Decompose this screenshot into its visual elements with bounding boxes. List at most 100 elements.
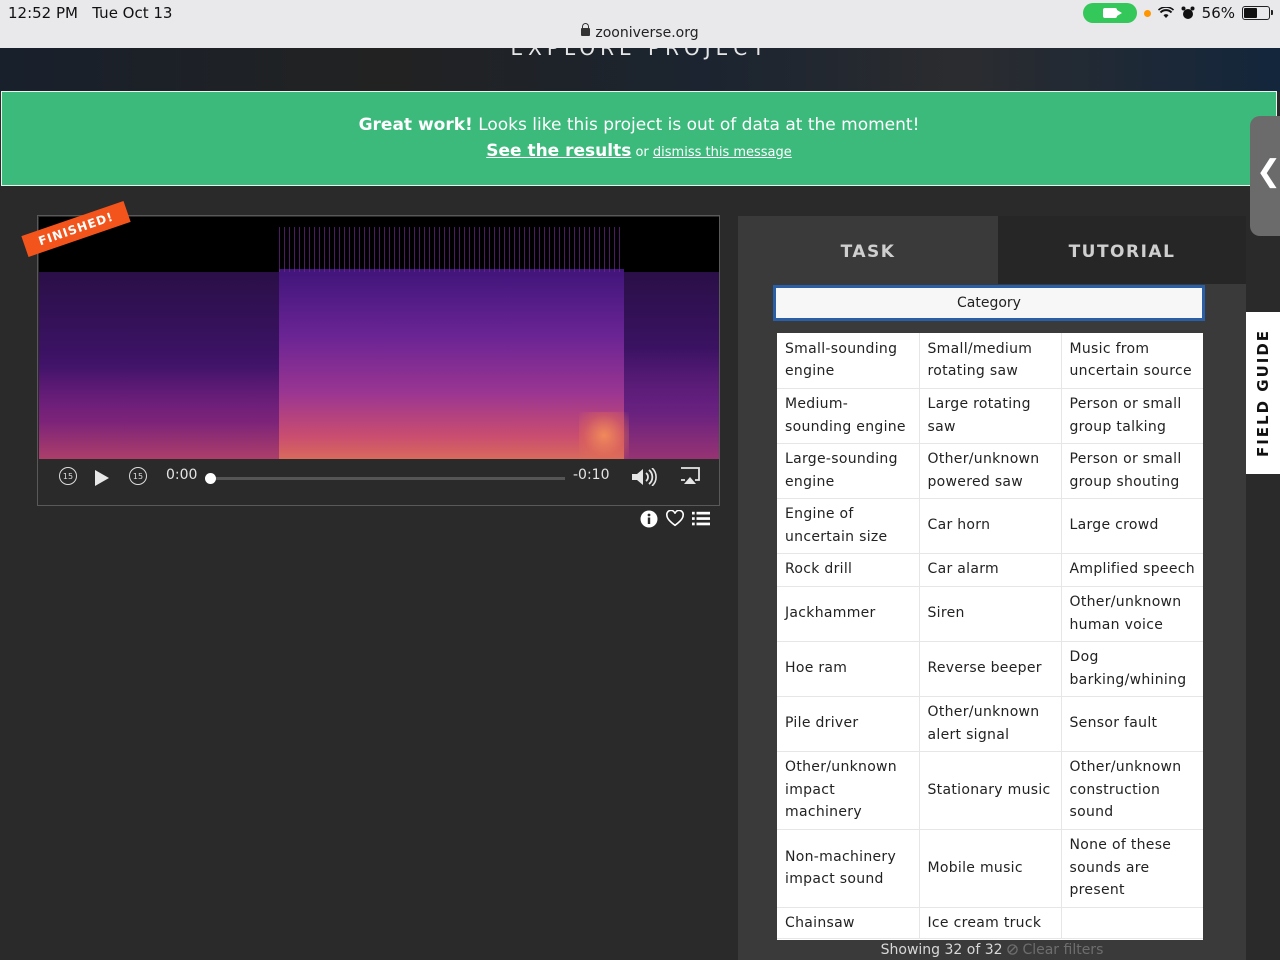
audio-player: 15 15 0:00 -0:10 (37, 215, 720, 506)
choice-option[interactable]: Rock drill (777, 553, 920, 587)
choice-option[interactable]: Ice cream truck (919, 907, 1062, 939)
seek-bar[interactable] (205, 473, 565, 484)
skip-forward-15-button[interactable]: 15 (129, 467, 147, 485)
choice-option[interactable]: Engine of uncertain size (777, 498, 920, 554)
seek-knob[interactable] (205, 473, 216, 484)
clear-filters-label: Clear filters (1022, 942, 1104, 958)
choice-grid: Small-sounding engine Small/medium rotati… (777, 333, 1203, 940)
choice-option[interactable]: Other/unknown construction sound (1061, 751, 1203, 830)
choice-option[interactable]: Large rotating saw (919, 388, 1062, 444)
remaining-time: -0:10 (573, 467, 610, 483)
alarm-icon (1181, 6, 1195, 19)
battery-percent: 56% (1201, 4, 1235, 22)
skip-back-15-button[interactable]: 15 (59, 467, 77, 485)
choice-option[interactable]: None of these sounds are present (1061, 829, 1203, 908)
field-guide-label: FIELD GUIDE (1254, 328, 1272, 458)
choice-option[interactable]: Sensor fault (1061, 696, 1203, 752)
choice-option[interactable]: Other/unknown alert signal (919, 696, 1062, 752)
date-text: Tue Oct 13 (92, 4, 173, 22)
choice-row: Pile driver Other/unknown alert signal Sen… (777, 696, 1203, 752)
banner-actions: See the results or dismiss this message (2, 141, 1276, 161)
choice-option[interactable]: Small-sounding engine (777, 333, 920, 389)
banner-text: Looks like this project is out of data a… (472, 115, 920, 135)
choice-option[interactable]: Other/unknown human voice (1061, 586, 1203, 642)
choice-row: Non-machinery impact sound Mobile music No… (777, 829, 1203, 908)
category-filter-button[interactable]: Category (773, 285, 1205, 321)
address-bar[interactable]: zooniverse.org (0, 23, 1280, 41)
banner-message: Great work! Looks like this project is o… (2, 115, 1276, 135)
showing-text: Showing 32 of 32 (880, 942, 1003, 958)
choice-option[interactable]: Siren (919, 586, 1062, 642)
info-icon[interactable] (640, 510, 658, 528)
skip-back-label: 15 (62, 472, 74, 481)
spectrogram-image (39, 217, 719, 459)
time-text: 12:52 PM (8, 4, 78, 22)
choice-row: Hoe ram Reverse beeper Dog barking/whining (777, 641, 1203, 697)
choice-option[interactable]: Reverse beeper (919, 641, 1062, 697)
url-text: zooniverse.org (595, 25, 699, 41)
choice-row: Other/unknown impact machinery Stationary… (777, 751, 1203, 830)
player-controls: 15 15 0:00 -0:10 (39, 460, 719, 495)
choice-row: Engine of uncertain size Car horn Large cr… (777, 498, 1203, 554)
choice-row: Large-sounding engine Other/unknown power… (777, 443, 1203, 499)
play-button[interactable] (95, 470, 109, 486)
choice-row: Jackhammer Siren Other/unknown human voice (777, 586, 1203, 642)
choice-option[interactable]: Jackhammer (777, 586, 920, 642)
banner-or: or (631, 145, 653, 160)
status-bar: 12:52 PM Tue Oct 13 zooniverse.org 56% (0, 0, 1280, 48)
choice-option[interactable]: Car alarm (919, 553, 1062, 587)
camera-indicator-icon (1082, 3, 1137, 23)
skip-forward-label: 15 (132, 472, 144, 481)
choice-option[interactable]: Medium-sounding engine (777, 388, 920, 444)
clear-filters-button[interactable]: Clear filters (1007, 942, 1103, 958)
choice-option[interactable]: Music from uncertain source (1061, 333, 1203, 389)
choice-option[interactable]: Car horn (919, 498, 1062, 554)
choice-row: Chainsaw Ice cream truck (777, 907, 1203, 939)
see-results-link[interactable]: See the results (486, 141, 631, 161)
current-time: 0:00 (166, 467, 198, 483)
choice-option[interactable]: Small/medium rotating saw (919, 333, 1062, 389)
airplay-icon[interactable] (680, 467, 700, 485)
choice-option[interactable]: Non-machinery impact sound (777, 829, 920, 908)
lock-icon (581, 23, 591, 36)
mic-indicator-icon (1143, 9, 1151, 17)
battery-icon (1242, 6, 1273, 20)
status-time: 12:52 PM Tue Oct 13 (8, 4, 172, 22)
out-of-data-banner: Great work! Looks like this project is o… (1, 91, 1277, 186)
dismiss-message-link[interactable]: dismiss this message (653, 145, 792, 160)
status-icons: 56% (1082, 3, 1273, 23)
banner-bold: Great work! (358, 115, 473, 135)
field-guide-tab[interactable]: FIELD GUIDE (1246, 312, 1280, 474)
volume-icon[interactable] (631, 468, 659, 486)
heart-icon[interactable] (666, 510, 684, 528)
choice-option[interactable]: Chainsaw (777, 907, 920, 939)
choice-option[interactable]: Stationary music (919, 751, 1062, 830)
choice-table: Small-sounding engine Small/medium rotati… (777, 333, 1203, 939)
clear-icon (1007, 944, 1018, 955)
choice-option[interactable]: Large crowd (1061, 498, 1203, 554)
choice-empty (1061, 907, 1203, 939)
tab-task[interactable]: TASK (738, 216, 998, 284)
choice-option[interactable]: Mobile music (919, 829, 1062, 908)
choice-option[interactable]: Other/unknown impact machinery (777, 751, 920, 830)
choice-option[interactable]: Other/unknown powered saw (919, 443, 1062, 499)
choice-option[interactable]: Amplified speech (1061, 553, 1203, 587)
collections-list-icon[interactable] (692, 510, 710, 528)
choice-row: Rock drill Car alarm Amplified speech (777, 553, 1203, 587)
subject-meta-actions (640, 510, 710, 528)
choice-option[interactable]: Person or small group talking (1061, 388, 1203, 444)
showing-count: Showing 32 of 32 Clear filters (738, 942, 1246, 958)
project-header: EXPLORE PROJECT (0, 48, 1280, 92)
choice-option[interactable]: Large-sounding engine (777, 443, 920, 499)
choice-option[interactable]: Hoe ram (777, 641, 920, 697)
choice-row: Small-sounding engine Small/medium rotati… (777, 333, 1203, 389)
choice-row: Medium-sounding engine Large rotating saw… (777, 388, 1203, 444)
choice-option[interactable]: Person or small group shouting (1061, 443, 1203, 499)
side-panel-toggle[interactable]: ❮ (1250, 116, 1280, 236)
choice-option[interactable]: Dog barking/whining (1061, 641, 1203, 697)
choice-option[interactable]: Pile driver (777, 696, 920, 752)
project-header-title: EXPLORE PROJECT (510, 48, 770, 60)
wifi-icon (1157, 7, 1174, 18)
tab-tutorial[interactable]: TUTORIAL (998, 216, 1246, 284)
chevron-left-icon: ❮ (1256, 154, 1280, 189)
